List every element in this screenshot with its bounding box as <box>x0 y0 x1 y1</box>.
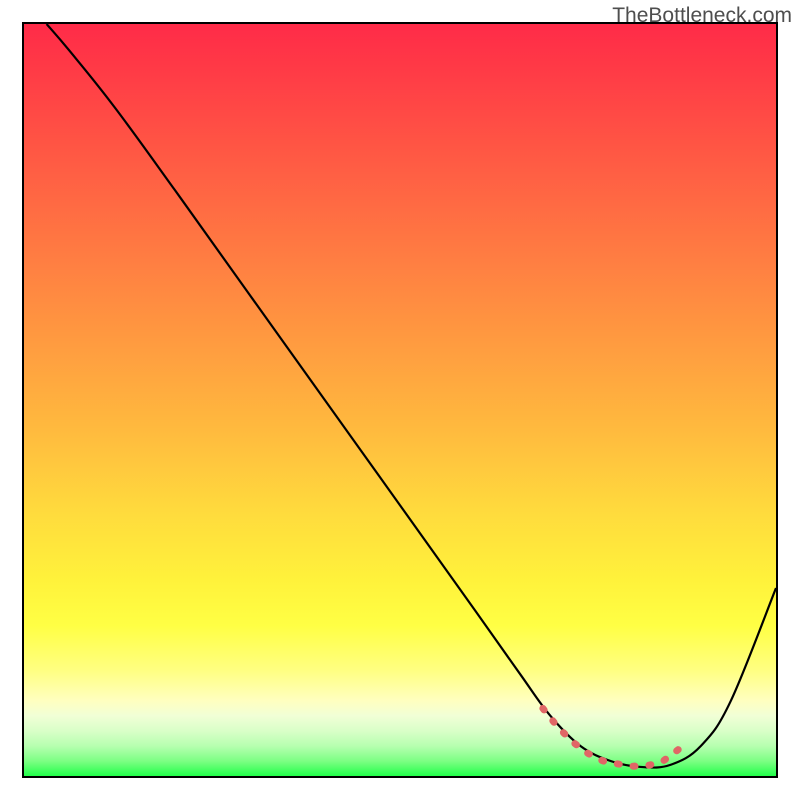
curve-svg <box>24 24 776 776</box>
watermark-text: TheBottleneck.com <box>612 4 792 28</box>
highlight-segment <box>543 708 678 766</box>
main-curve <box>47 24 776 768</box>
plot-area <box>22 22 778 778</box>
chart-container: TheBottleneck.com <box>0 0 800 800</box>
